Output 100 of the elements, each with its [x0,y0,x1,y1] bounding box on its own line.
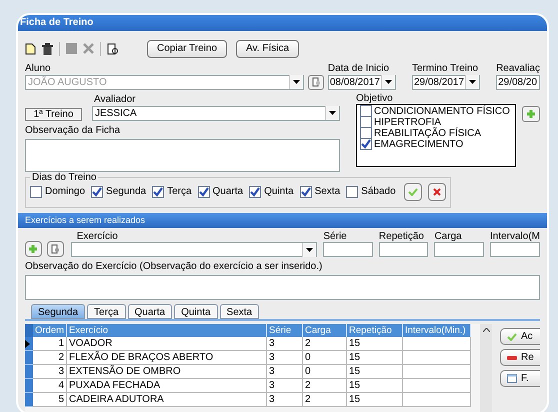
checkbox[interactable] [360,105,372,118]
table-cell: VOADOR [67,337,267,352]
table-cell [403,337,471,352]
table-cell: 3 [267,379,303,394]
checkbox[interactable] [300,186,312,198]
input-field[interactable] [323,242,373,258]
window-title: Ficha de Treino [18,15,547,31]
cancel-button[interactable] [428,182,446,201]
field-label: Data de Inicio [328,62,390,75]
field-label: Avaliador [93,94,137,106]
checkbox[interactable] [198,186,210,198]
tab[interactable]: Quarta [128,304,172,320]
table-cell: 5 [33,393,67,408]
checkbox[interactable] [360,116,372,128]
table-cell: PUXADA FECHADA [67,379,267,394]
table-cell: 2 [33,351,67,366]
field-label: Observação do Exercício (Observação do exercício a ser inserido.) [25,261,324,274]
day-label: Terça [167,185,192,200]
evaluator-field[interactable]: JESSICA [92,106,340,121]
check-icon [507,332,517,341]
tab[interactable]: Segunda [31,304,86,320]
scroll-up-icon[interactable] [482,328,490,332]
table-cell: 15 [347,337,403,352]
input-field[interactable] [434,242,484,258]
minus-icon [507,356,517,360]
table-cell [403,351,471,366]
add-button[interactable] [25,241,42,258]
table-cell: 3 [267,393,303,408]
side-button[interactable]: F. [500,370,540,388]
trash-icon[interactable] [42,42,53,55]
date-field[interactable]: 29/08/2017 [412,74,480,90]
window-icon [507,374,517,384]
day-label: Sábado [361,185,396,200]
save-icon[interactable] [66,43,77,54]
scrollbar[interactable] [480,324,492,412]
date-field[interactable]: 29/08/20 [496,74,540,90]
field-label: Termino Treino [412,62,480,75]
checkbox[interactable] [152,186,164,198]
day-label: Quinta [264,185,294,200]
toolbar-button[interactable]: Av. Física [236,40,300,58]
notes-field[interactable] [25,138,340,172]
preview-icon [50,244,60,254]
field-label: Objetivo [356,94,394,104]
lookup-button[interactable] [308,74,324,90]
field-label: Observação da Ficha [25,124,122,137]
field-label: Exercício [76,231,119,242]
exercise-field[interactable] [70,242,318,258]
tab[interactable]: Sexta [220,304,260,320]
checkbox[interactable] [346,186,358,198]
day-label: Sexta [314,185,340,200]
goal-label: CONDICIONAMENTO FÍSICO [374,106,510,117]
table-cell: 2 [303,393,347,408]
table-cell: 4 [33,379,67,394]
lookup-button[interactable] [46,241,64,258]
table-cell [403,365,471,380]
checkbox[interactable] [30,186,42,198]
checkbox[interactable] [360,138,372,150]
table-cell [403,393,471,408]
table-cell: 3 [267,337,303,352]
tab[interactable]: Quinta [174,304,218,320]
section-header: Exercícios a serem realizados [18,213,547,228]
notes-field[interactable] [25,275,540,300]
header-corner [25,324,33,338]
table-cell: 3 [33,365,67,380]
date-field[interactable]: 08/08/2017 [328,74,396,90]
row-indicator[interactable] [25,337,33,352]
close-icon[interactable] [83,43,94,54]
plus-icon [28,244,38,254]
table-cell: EXTENSÃO DE OMBRO [67,365,267,380]
training-number: 1ª Treino [25,108,82,121]
add-button[interactable] [522,106,540,122]
table-cell: 1 [33,337,67,352]
preview-icon [312,77,321,88]
goal-label: REABILITAÇÃO FÍSICA [374,128,482,139]
confirm-button[interactable] [404,182,422,201]
group-label: Dias do Treino [31,172,98,183]
new-document-icon[interactable] [25,42,36,55]
goal-label: EMAGRECIMENTO [374,138,464,150]
input-field[interactable] [490,242,540,258]
day-label: Domingo [45,185,86,200]
table-cell: 15 [347,379,403,394]
table-cell: 3 [267,351,303,366]
tab[interactable]: Terça [87,304,126,320]
checkbox[interactable] [91,186,104,198]
table-cell: 0 [303,351,347,366]
table-cell: 15 [347,365,403,380]
table-cell: 15 [347,351,403,366]
checkbox[interactable] [360,127,372,140]
field-label: Intervalo(M [490,231,540,242]
side-button[interactable]: Ac [500,328,540,346]
table-cell: 2 [303,337,347,352]
checkbox[interactable] [249,186,262,198]
input-field[interactable] [378,242,428,258]
field-label: Carga [434,231,463,242]
toolbar-button[interactable]: Copiar Treino [147,40,228,58]
field-label: Repetição [378,231,425,242]
day-label: Segunda [106,185,146,200]
field-label: Série [323,231,348,242]
preview-icon[interactable] [107,42,119,55]
side-button[interactable]: Re [500,349,540,366]
